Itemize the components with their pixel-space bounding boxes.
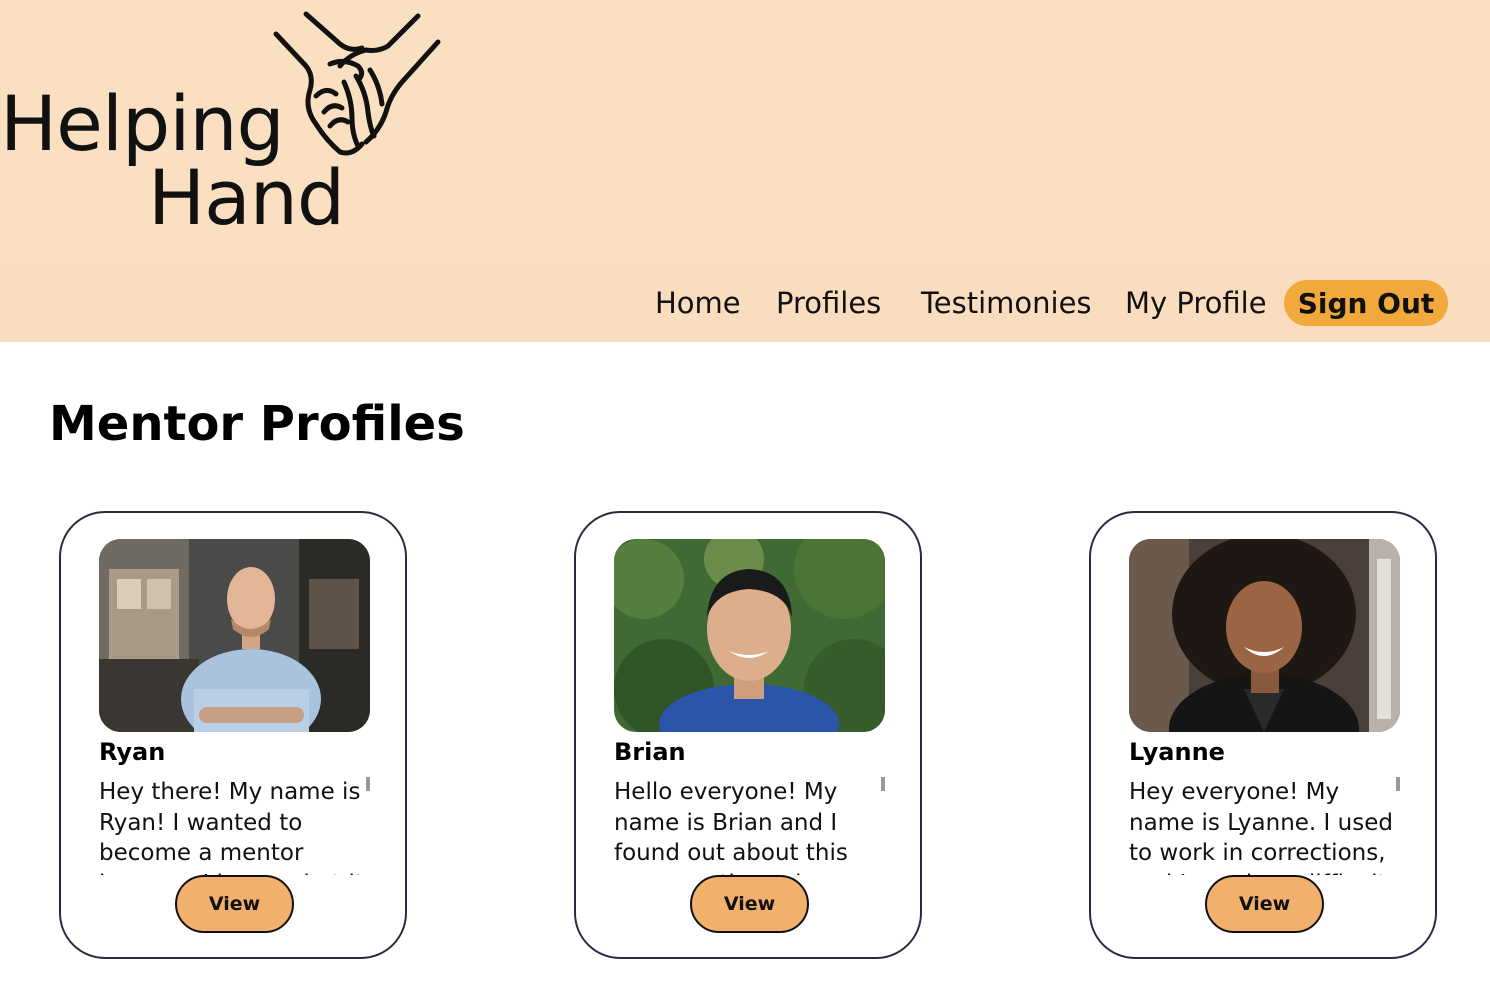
mentor-bio: Hello everyone! My name is Brian and I f… [614, 779, 848, 875]
bio-scrollbar[interactable] [881, 777, 885, 791]
bio-scrollbar[interactable] [366, 777, 370, 791]
mentor-name: Ryan [99, 738, 166, 766]
nav-testimonies[interactable]: Testimonies [921, 286, 1092, 320]
mentor-card-brian: Brian Hello everyone! My name is Brian a… [574, 511, 922, 959]
page-title: Mentor Profiles [49, 396, 465, 452]
mentor-bio: Hey everyone! My name is Lyanne. I used … [1129, 779, 1393, 875]
view-ryan-button[interactable]: View [175, 875, 294, 933]
nav-my-profile[interactable]: My Profile [1125, 286, 1267, 320]
brand-word-2: Hand [148, 153, 345, 242]
sign-out-button[interactable]: Sign Out [1284, 280, 1448, 326]
main-nav: Home Profiles Testimonies My Profile Sig… [0, 280, 1490, 326]
brand-word-1: Helping [0, 79, 285, 168]
bio-scrollbar[interactable] [1396, 777, 1400, 791]
mentor-card-ryan: Ryan Hey there! My name is Ryan! I wante… [59, 511, 407, 959]
brand-logo[interactable]: Helping Hand [0, 0, 460, 250]
view-brian-button[interactable]: View [690, 875, 809, 933]
nav-home[interactable]: Home [655, 286, 741, 320]
holding-hands-icon [273, 11, 441, 156]
nav-profiles[interactable]: Profiles [776, 286, 881, 320]
mentor-name: Brian [614, 738, 686, 766]
view-lyanne-button[interactable]: View [1205, 875, 1324, 933]
mentor-photo-lyanne [1129, 539, 1400, 732]
mentor-photo-ryan [99, 539, 370, 732]
mentor-name: Lyanne [1129, 738, 1225, 766]
mentor-photo-brian [614, 539, 885, 732]
mentor-card-lyanne: Lyanne Hey everyone! My name is Lyanne. … [1089, 511, 1437, 959]
mentor-bio: Hey there! My name is Ryan! I wanted to … [99, 779, 364, 875]
